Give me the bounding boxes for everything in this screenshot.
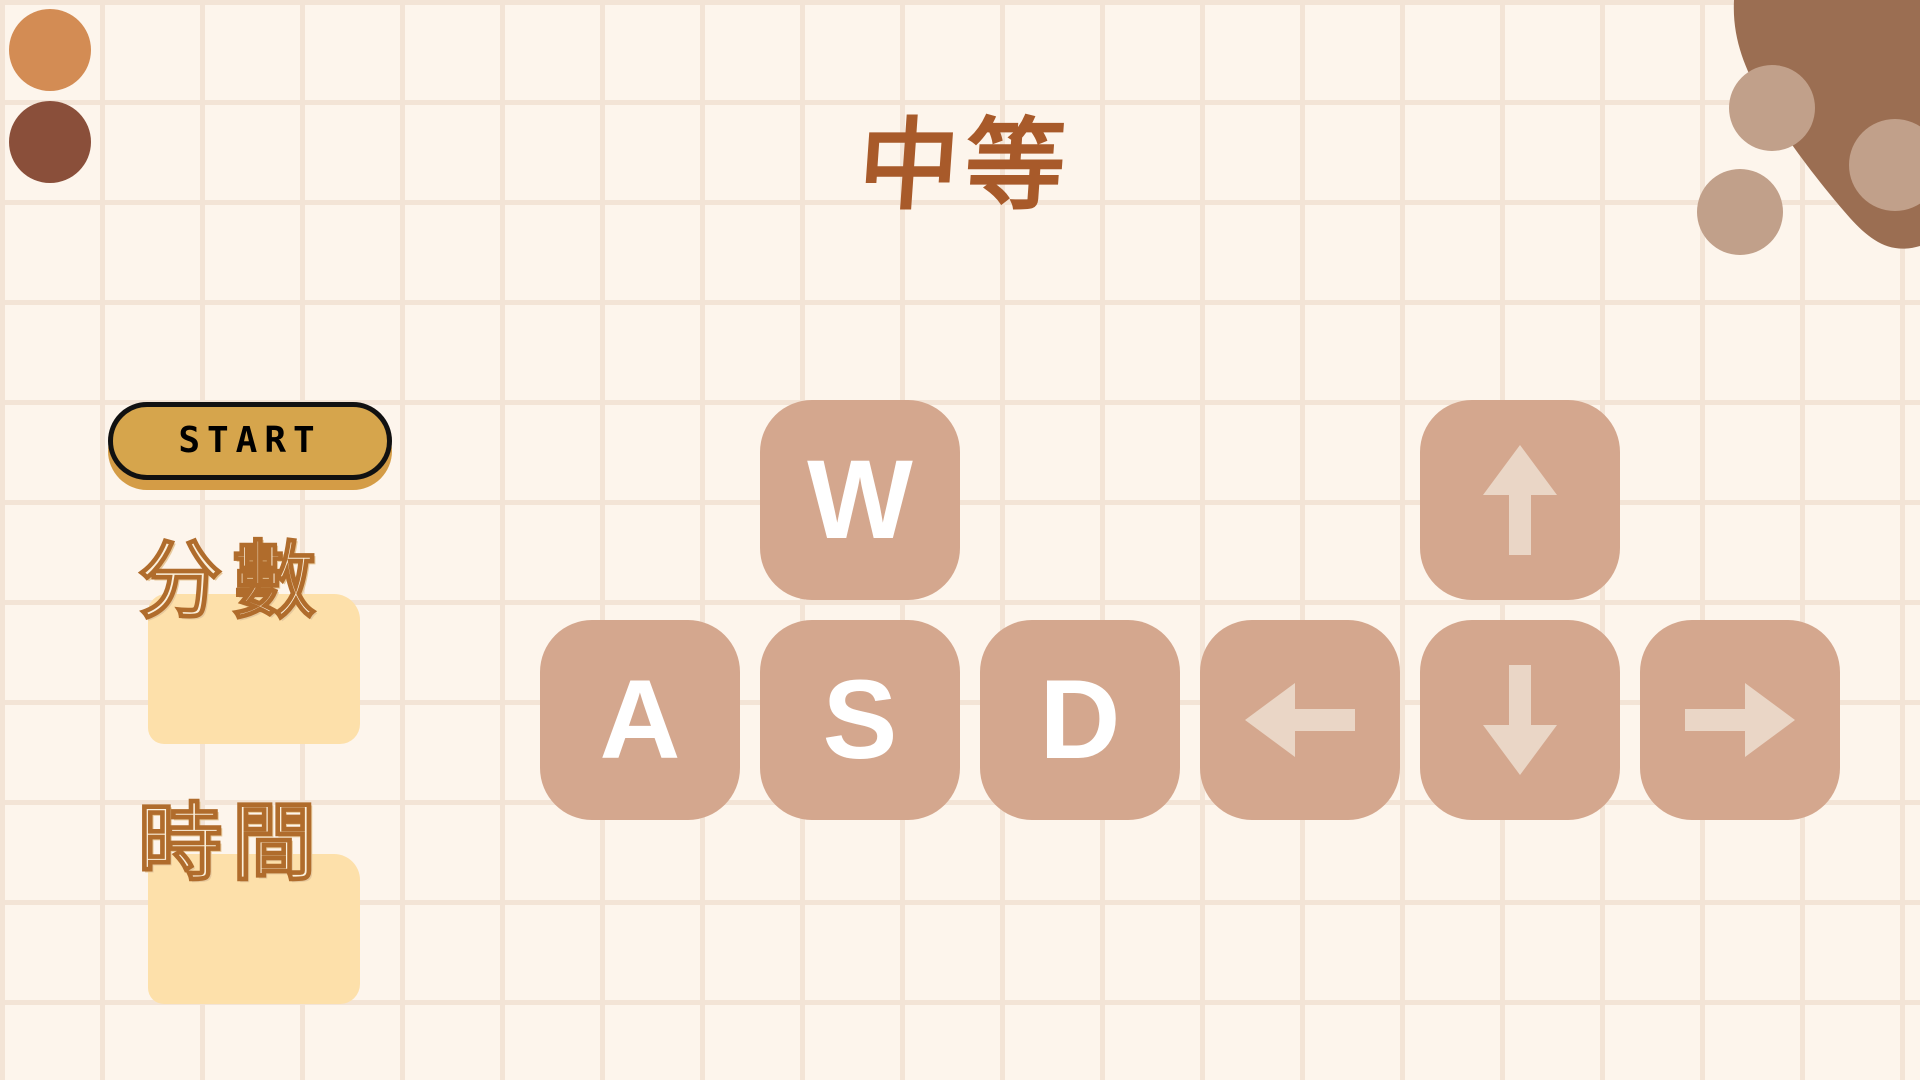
arrow-up-icon xyxy=(1483,445,1557,555)
difficulty-title: 中等 xyxy=(854,106,1076,224)
arrow-right-icon xyxy=(1685,683,1795,757)
key-s-label: S xyxy=(822,657,898,782)
key-arrow-right[interactable] xyxy=(1640,620,1840,820)
corner-pebble xyxy=(1729,65,1815,151)
time-label: 時間 xyxy=(137,792,327,893)
corner-pebble xyxy=(1697,169,1783,255)
orange-dot-decoration xyxy=(9,9,91,91)
key-arrow-left[interactable] xyxy=(1200,620,1400,820)
score-label: 分數 xyxy=(137,530,327,631)
start-button[interactable]: START xyxy=(108,402,392,480)
brown-dot-decoration xyxy=(9,101,91,183)
key-a-label: A xyxy=(599,657,681,782)
key-arrow-up[interactable] xyxy=(1420,400,1620,600)
key-a[interactable]: A xyxy=(540,620,740,820)
key-w[interactable]: W xyxy=(760,400,960,600)
key-w-label: W xyxy=(807,437,913,562)
arrow-down-icon xyxy=(1483,665,1557,775)
key-d[interactable]: D xyxy=(980,620,1180,820)
key-arrow-down[interactable] xyxy=(1420,620,1620,820)
corner-blob-decoration xyxy=(1690,0,1920,255)
arrow-left-icon xyxy=(1245,683,1355,757)
key-d-label: D xyxy=(1039,657,1121,782)
key-s[interactable]: S xyxy=(760,620,960,820)
